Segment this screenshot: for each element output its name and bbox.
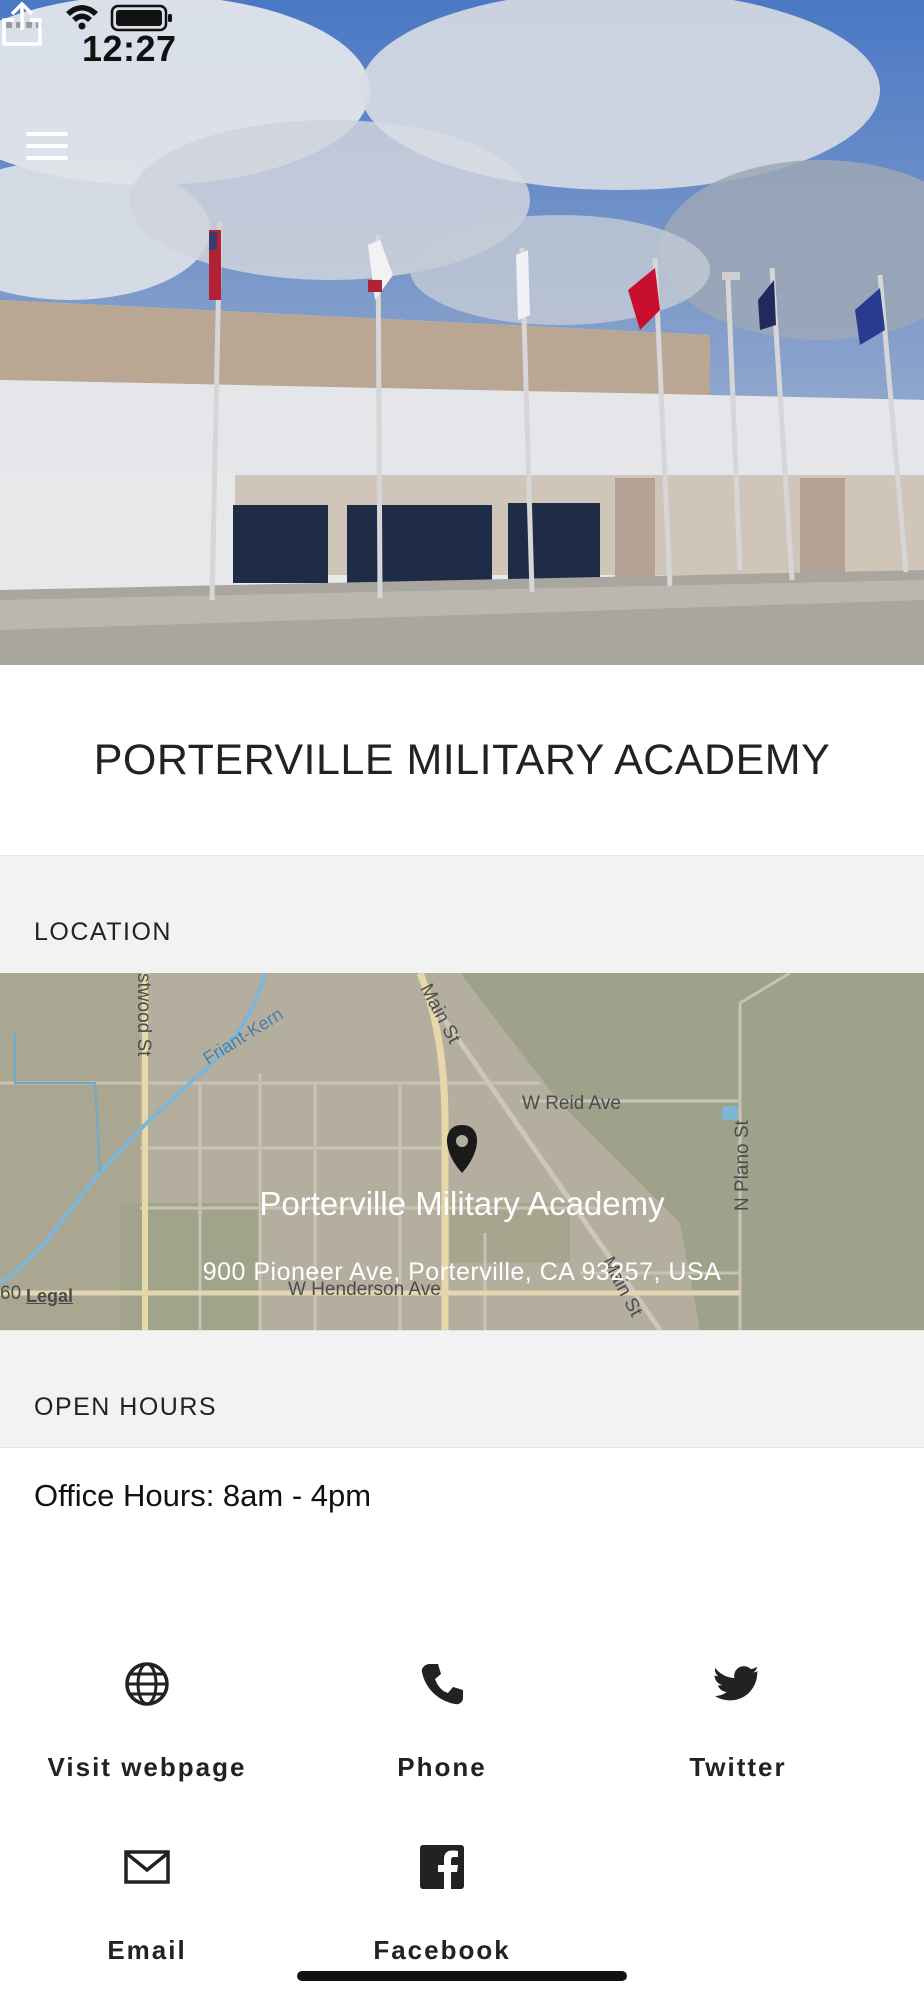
email-icon bbox=[124, 1850, 170, 1884]
hours-section-header: OPEN HOURS bbox=[0, 1330, 924, 1448]
phone-icon bbox=[421, 1664, 463, 1705]
place-title-container: PORTERVILLE MILITARY ACADEMY bbox=[0, 665, 924, 855]
twitter-label: Twitter bbox=[689, 1752, 787, 1782]
office-hours-text: Office Hours: 8am - 4pm bbox=[34, 1478, 372, 1513]
map-place-name: Porterville Military Academy bbox=[259, 1185, 665, 1222]
phone-label: Phone bbox=[397, 1752, 487, 1782]
hours-section-label: OPEN HOURS bbox=[34, 1393, 218, 1421]
location-section-header: LOCATION bbox=[0, 855, 924, 973]
share-icon[interactable] bbox=[0, 0, 44, 48]
map-address: 900 Pioneer Ave, Porterville, CA 93257, … bbox=[202, 1258, 722, 1286]
globe-icon bbox=[125, 1662, 169, 1706]
phone-button[interactable]: Phone bbox=[292, 1660, 592, 1783]
hamburger-menu-icon[interactable] bbox=[26, 132, 68, 168]
hero-photo: 12:27 bbox=[0, 0, 924, 665]
facebook-label: Facebook bbox=[373, 1935, 511, 1965]
map-legal-link[interactable]: Legal bbox=[26, 1286, 73, 1307]
email-label: Email bbox=[107, 1935, 187, 1965]
status-time: 12:27 bbox=[82, 28, 177, 69]
facebook-button[interactable]: Facebook bbox=[292, 1843, 592, 1966]
building-with-flags-image bbox=[0, 0, 924, 665]
email-button[interactable]: Email bbox=[0, 1843, 297, 1966]
wifi-icon bbox=[66, 5, 98, 30]
visit-webpage-label: Visit webpage bbox=[47, 1752, 247, 1782]
map-street-label-reid: W Reid Ave bbox=[522, 1093, 621, 1114]
facebook-icon bbox=[420, 1845, 464, 1889]
map-street-label-westwood: stwood St bbox=[133, 973, 154, 1057]
twitter-icon bbox=[714, 1666, 760, 1701]
divider bbox=[0, 1447, 924, 1448]
home-indicator[interactable] bbox=[297, 1971, 627, 1981]
twitter-button[interactable]: Twitter bbox=[588, 1660, 888, 1783]
visit-webpage-button[interactable]: Visit webpage bbox=[0, 1660, 297, 1783]
location-section-label: LOCATION bbox=[34, 918, 172, 946]
battery-icon bbox=[110, 4, 172, 32]
place-title: PORTERVILLE MILITARY ACADEMY bbox=[93, 735, 831, 784]
